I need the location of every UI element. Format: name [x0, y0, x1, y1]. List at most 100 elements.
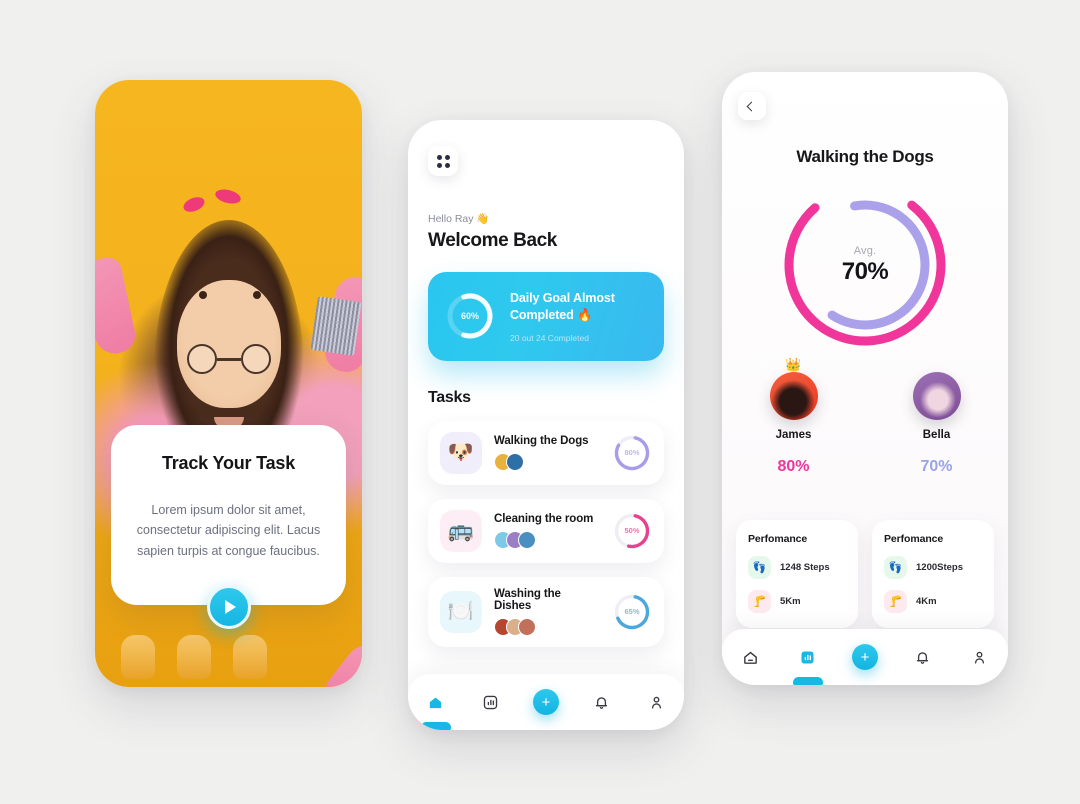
leg-distance-icon: 🦵 [884, 590, 907, 613]
nav-item-bell[interactable] [583, 684, 619, 720]
performance-value: 4Km [916, 596, 937, 607]
photo-eye-right [252, 291, 261, 300]
footsteps-icon: 👣 [748, 556, 771, 579]
bottom-nav: + [408, 674, 684, 730]
bell-icon [593, 694, 610, 711]
performance-value: 1200Steps [916, 562, 964, 573]
grid-dots-icon [436, 154, 450, 168]
onboarding-card: Track Your Task Lorem ipsum dolor sit am… [111, 425, 346, 629]
footsteps-icon: 👣 [884, 556, 907, 579]
performance-card-title: Perfomance [748, 533, 808, 545]
nav-item-person[interactable] [961, 639, 997, 675]
performance-card: Perfomance 👣 1200Steps 🦵 4Km [872, 520, 994, 628]
back-button[interactable] [738, 92, 766, 120]
avatar [518, 617, 536, 636]
task-progress-ring: 50% [612, 511, 652, 551]
photo-lens-left [186, 344, 217, 375]
play-icon [224, 599, 236, 614]
nav-item-home[interactable] [418, 684, 454, 730]
task-detail-title: Walking the Dogs [796, 147, 934, 166]
avg-label: Avg. [853, 244, 877, 257]
task-name: Cleaning the room [494, 512, 594, 525]
photo-bottle [177, 635, 211, 679]
task-name: Walking the Dogs [494, 434, 589, 447]
task-avatar-stack [494, 530, 600, 549]
performance-row: 🦵 4Km [884, 590, 982, 613]
photo-broom [310, 295, 362, 356]
tasks-list: 🐶 Walking the Dogs 80% 🚌 Cleaning the ro… [428, 420, 664, 647]
nav-item-plus[interactable]: + [847, 639, 883, 675]
menu-button[interactable] [428, 146, 458, 176]
person-percent: 70% [920, 458, 953, 475]
person-name: James [775, 429, 812, 441]
photo-glasses [181, 344, 277, 375]
screenshot-canvas: Track Your Task Lorem ipsum dolor sit am… [0, 0, 1080, 804]
task-avatar-stack [494, 617, 600, 636]
task-name: Washing the Dishes [494, 587, 561, 612]
avg-value: 70% [841, 257, 889, 285]
performance-row: 👣 1200Steps [884, 556, 982, 579]
crown-icon: 👑 [785, 357, 802, 372]
task-card[interactable]: 🐶 Walking the Dogs 80% [428, 420, 664, 485]
daily-goal-ring-label: 60% [460, 311, 479, 322]
chart-bar-icon [482, 694, 499, 711]
bottom-nav: + [722, 629, 1008, 685]
performance-cards-row: Perfomance 👣 1248 Steps 🦵 5Km Perfomance… [736, 520, 994, 628]
nav-item-home[interactable] [733, 639, 769, 675]
daily-goal-title: Daily Goal Almost Completed 🔥 [510, 291, 615, 322]
phone-screen-home: Hello Ray 👋 Welcome Back 60% Daily Goal … [408, 120, 684, 730]
people-row: 👑 James 80% Bella 70% [722, 357, 1008, 476]
page-title: Track Your Task [161, 453, 296, 473]
task-progress-ring: 80% [612, 433, 652, 473]
photo-glove-left [95, 254, 139, 358]
performance-value: 5Km [780, 596, 801, 607]
leg-distance-icon: 🦵 [748, 590, 771, 613]
task-emoji-icon: 🐶 [440, 431, 482, 474]
photo-bottle [233, 635, 267, 679]
task-emoji-icon: 🍽️ [440, 590, 482, 633]
person-icon [648, 694, 665, 711]
photo-hair-bow-left [181, 194, 207, 215]
home-icon [427, 694, 444, 711]
bell-icon [914, 649, 931, 666]
photo-bottle [121, 635, 155, 679]
person-card[interactable]: Bella 70% [865, 372, 1008, 476]
person-card[interactable]: 👑 James 80% [722, 357, 865, 476]
task-card[interactable]: 🍽️ Washing the Dishes 65% [428, 576, 664, 647]
plus-icon: + [851, 644, 878, 670]
play-button[interactable] [206, 584, 251, 629]
performance-row: 👣 1248 Steps [748, 556, 846, 579]
phone-screen-onboarding: Track Your Task Lorem ipsum dolor sit am… [95, 80, 362, 687]
nav-item-chart-bar[interactable] [473, 684, 509, 720]
daily-goal-card[interactable]: 60% Daily Goal Almost Completed 🔥 20 out… [428, 272, 664, 361]
task-progress-label: 80% [624, 448, 640, 458]
nav-active-indicator [420, 722, 451, 730]
task-progress-label: 65% [624, 607, 640, 617]
plus-icon: + [532, 689, 559, 715]
person-percent: 80% [777, 458, 810, 475]
nav-item-person[interactable] [638, 684, 674, 720]
task-progress-label: 50% [624, 526, 640, 536]
onboarding-body-text: Lorem ipsum dolor sit amet, consectetur … [136, 503, 321, 558]
task-emoji-icon: 🚌 [440, 509, 482, 552]
daily-goal-ring: 60% [444, 290, 496, 342]
photo-hair-bow-right [213, 187, 243, 206]
welcome-heading: Welcome Back [428, 230, 557, 251]
nav-item-plus[interactable]: + [528, 684, 564, 720]
nav-item-bell[interactable] [904, 639, 940, 675]
performance-card-title: Perfomance [884, 533, 944, 545]
photo-eye-left [198, 291, 207, 300]
avatar: 👑 [769, 357, 818, 420]
greeting-text: Hello Ray 👋 [428, 213, 490, 225]
daily-goal-subtitle: 20 out 24 Completed [510, 332, 589, 343]
performance-value: 1248 Steps [780, 562, 830, 573]
photo-glove-bottom [317, 636, 362, 687]
nav-item-chart-bar[interactable] [790, 639, 826, 685]
chevron-left-icon [746, 101, 756, 111]
avg-progress-ring: Avg. 70% [776, 176, 954, 354]
task-card[interactable]: 🚌 Cleaning the room 50% [428, 498, 664, 563]
phone-screen-task-detail: Walking the Dogs Avg. 70% 👑 James 80% Be… [722, 72, 1008, 685]
home-icon [742, 649, 759, 666]
chart-bar-icon [799, 649, 816, 666]
performance-row: 🦵 5Km [748, 590, 846, 613]
